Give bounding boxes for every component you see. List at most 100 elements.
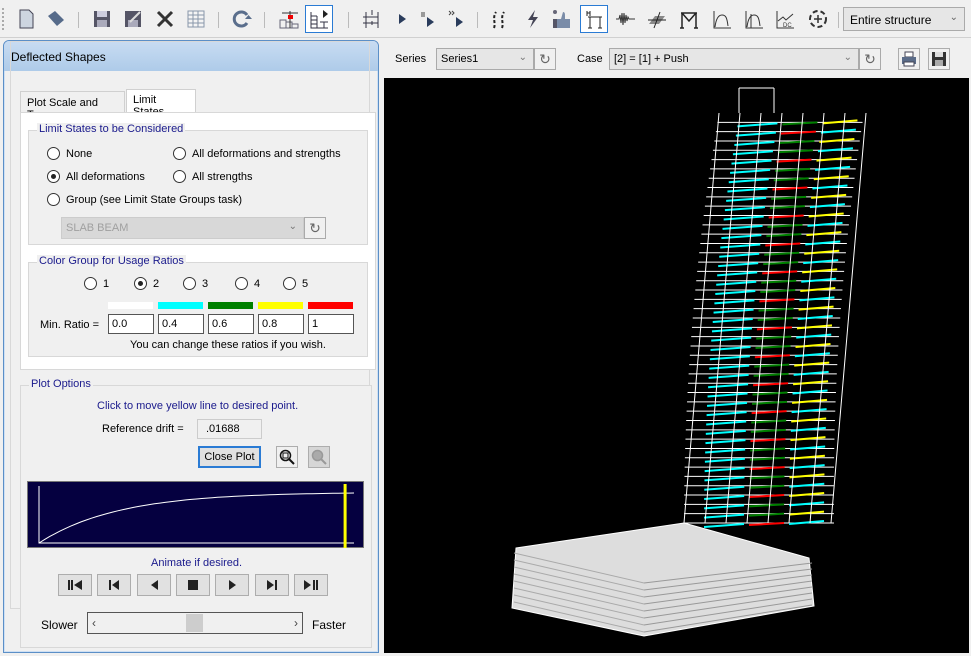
save-image-button[interactable] [928,48,950,70]
radio-label: Group (see Limit State Groups task) [66,193,243,206]
ratio-input-2[interactable]: 0.4 [158,314,204,334]
limit-state-group-select: SLAB BEAM ⌄ [61,217,304,239]
color-group-radio-1[interactable]: 1 [84,277,109,290]
structure-select-value: Entire structure [850,13,932,27]
usage-cyan [704,467,745,473]
rotate-view-button[interactable] [804,5,832,33]
chevron-down-icon: ⌄ [518,52,527,63]
delete-button[interactable] [151,5,179,33]
radio-all-deformations[interactable]: All deformations [47,170,145,183]
usage-cyan [723,215,764,221]
section-cut-button[interactable] [643,5,671,33]
open-button[interactable] [42,5,70,33]
time-history-button[interactable] [612,5,640,33]
redo-button[interactable] [228,5,256,33]
play-button[interactable] [215,574,249,596]
color-swatch-white [108,302,153,309]
redo-arrow-icon [232,10,252,28]
podium-base [511,522,815,637]
series-value: Series1 [441,53,479,65]
slider-right-arrow-icon[interactable]: › [294,616,298,630]
go-to-end-button[interactable] [294,574,328,596]
step-back-button[interactable] [97,574,131,596]
usage-cyan [709,364,750,370]
ratio-input-5[interactable]: 1 [308,314,354,334]
deflected-frame-icon [586,11,602,29]
group-refresh-button[interactable]: ↻ [304,217,326,239]
pause-run-button[interactable] [415,5,443,33]
ratio-input-1[interactable]: 0.0 [108,314,154,334]
radio-circle [47,193,60,206]
analysis-results-button[interactable] [305,5,333,33]
table-icon [187,10,205,28]
group-select-value: SLAB BEAM [66,222,129,234]
color-group-radio-2[interactable]: 2 [134,277,159,290]
toolbar-grip[interactable] [2,8,4,30]
pushover-curve-svg [38,484,355,548]
section-plane-icon [648,11,666,29]
usage-cyan [713,308,754,314]
play-reverse-icon [151,580,158,590]
usage-cyan [722,224,763,230]
stop-button[interactable] [176,574,210,596]
response-curve-2-button[interactable] [740,5,768,33]
build-model-button[interactable] [275,5,303,33]
usage-cyan [718,262,759,268]
frame-forces-button[interactable] [675,5,703,33]
waveform-icon [616,12,635,26]
usage-cyan [720,243,761,249]
go-to-start-button[interactable] [58,574,92,596]
radio-all-deformations-and-strengths[interactable]: All deformations and strengths [173,147,341,160]
save-as-button[interactable] [119,5,147,33]
series-refresh-button[interactable]: ↻ [534,48,556,70]
series-select[interactable]: Series1 ⌄ [436,48,534,70]
step-forward-button[interactable] [255,574,289,596]
usage-cyan [704,476,745,482]
deflection-icon [493,11,505,29]
color-group-radio-4[interactable]: 4 [235,277,260,290]
radio-none[interactable]: None [47,147,92,160]
table-button[interactable] [182,5,210,33]
deflected-shapes-button[interactable] [580,5,608,33]
case-refresh-button[interactable]: ↻ [859,48,881,70]
step-forward-icon [267,580,277,590]
plot-options-legend: Plot Options [29,378,93,390]
play-reverse-button[interactable] [137,574,171,596]
dc-chart-icon: DC [776,11,794,29]
radio-group[interactable]: Group (see Limit State Groups task) [47,193,242,206]
fast-run-button[interactable] [443,5,471,33]
save-button[interactable] [88,5,116,33]
radio-all-strengths[interactable]: All strengths [173,170,253,183]
close-plot-button[interactable]: Close Plot [198,446,261,468]
dc-plot-button[interactable]: DC [771,5,799,33]
ratio-input-3[interactable]: 0.6 [208,314,254,334]
run-button[interactable] [388,5,416,33]
tab-limit-states[interactable]: Limit States [126,89,196,118]
structure-select[interactable]: Entire structure ⌄ [843,7,965,31]
slider-thumb[interactable] [186,614,203,632]
animation-speed-slider[interactable]: ‹ › [87,612,303,634]
usage-cyan [706,411,747,417]
energy-button[interactable] [518,5,546,33]
case-select[interactable]: [2] = [1] + Push ⌄ [609,48,859,70]
usage-cyan [703,513,745,519]
slider-left-arrow-icon[interactable]: ‹ [92,616,96,630]
radio-label: 3 [202,277,209,290]
color-group-radio-3[interactable]: 3 [183,277,208,290]
color-group-radio-5[interactable]: 5 [283,277,308,290]
rotate-icon [809,10,827,28]
ratio-input-4[interactable]: 0.8 [258,314,304,334]
tab-plot-scale-and-type[interactable]: Plot Scale and Type [20,91,125,121]
3d-structure-viewport[interactable] [384,78,969,653]
usage-cyan [705,429,746,435]
yellow-position-marker[interactable] [343,484,347,548]
pushover-curve-plot[interactable] [27,481,364,548]
approve-button[interactable] [547,5,575,33]
deflections-button[interactable] [485,5,513,33]
new-file-button[interactable] [12,5,40,33]
response-curve-button[interactable] [708,5,736,33]
zoom-plot-button[interactable] [276,446,298,468]
viewport-header: Series Series1 ⌄ ↻ Case [2] = [1] + Push ⌄… [382,40,971,78]
frame-setup-button[interactable] [358,5,386,33]
print-button[interactable] [898,48,920,70]
